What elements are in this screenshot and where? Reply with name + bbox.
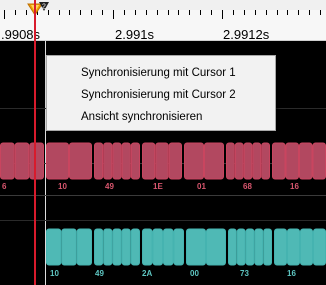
cursor-1-line[interactable]: [34, 0, 36, 285]
bus-value-label: 16: [290, 182, 299, 191]
ruler-tick: [189, 10, 190, 15]
bus-pulse: [94, 142, 104, 180]
bus-pulse: [168, 142, 183, 180]
bus-pulse: [0, 142, 15, 180]
bus-pulse: [299, 142, 313, 180]
bus-pulse: [184, 142, 204, 180]
ruler-tick: [80, 10, 81, 15]
ruler-tick: [168, 10, 169, 15]
bus-pulse: [142, 228, 153, 266]
bus-pulse: [206, 228, 226, 266]
ruler-tick: [222, 10, 223, 19]
ruler-tick: [233, 10, 234, 15]
bus-value-label: 2A: [142, 269, 153, 278]
bus-pulse: [142, 142, 156, 180]
ruler-tick: [146, 10, 147, 15]
ruler-tick: [113, 10, 114, 19]
bus-pulse: [121, 228, 131, 266]
bus-pulse: [254, 228, 264, 266]
bus-value-label: 68: [243, 182, 252, 191]
bus-pulse: [103, 142, 113, 180]
bus-value-label: 6: [2, 182, 7, 191]
bus-value-label: 10: [58, 182, 67, 191]
bus-pulse: [285, 142, 299, 180]
ruler-tick: [211, 10, 212, 15]
bus-pulse: [313, 228, 326, 266]
bus-value-label: 16: [287, 269, 296, 278]
bus-pulse: [130, 228, 141, 266]
teal-bus-trace[interactable]: [0, 227, 326, 267]
ruler-tick: [287, 10, 288, 15]
bus-pulse: [300, 228, 313, 266]
bus-pulse: [94, 228, 104, 266]
ruler-tick: [309, 10, 310, 15]
bus-pulse: [61, 228, 77, 266]
bus-pulse: [243, 142, 253, 180]
red-bus-trace[interactable]: [0, 141, 326, 181]
bus-pulse: [261, 142, 271, 180]
bus-pulse: [287, 228, 300, 266]
ruler-tick: [124, 10, 125, 15]
bus-pulse: [274, 228, 287, 266]
bus-pulse: [155, 142, 169, 180]
bus-pulse: [234, 142, 244, 180]
bus-pulse: [29, 142, 45, 180]
ruler-tick: [178, 10, 179, 15]
ruler-tick: [244, 10, 245, 15]
bus-pulse: [245, 228, 255, 266]
menu-item-sync-view[interactable]: Ansicht synchronisieren: [81, 110, 202, 124]
bus-value-label: 01: [197, 182, 206, 191]
ruler-tick: [266, 10, 267, 15]
bus-value-label: 1E: [153, 182, 163, 191]
bus-pulse: [204, 142, 224, 180]
menu-item-sync-cursor-2[interactable]: Synchronisierung mit Cursor 2: [81, 88, 236, 102]
ruler-tick: [200, 10, 201, 15]
ruler-tick: [255, 10, 256, 15]
ruler-tick: [59, 10, 60, 15]
bus-pulse: [112, 228, 122, 266]
bus-value-label: 49: [95, 269, 104, 278]
time-ruler[interactable]: .9908s 2.991s 2.9912s: [0, 10, 326, 42]
cursor-2-marker-icon[interactable]: 2: [38, 0, 50, 12]
bus-pulse: [173, 228, 184, 266]
menu-item-sync-cursor-1[interactable]: Synchronisierung mit Cursor 1: [81, 66, 236, 80]
bus-pulse: [121, 142, 131, 180]
bus-pulse: [46, 142, 69, 180]
bus-pulse: [112, 142, 122, 180]
bus-pulse: [186, 228, 206, 266]
bus-pulse: [163, 228, 174, 266]
ruler-tick: [277, 10, 278, 15]
context-menu: Synchronisierung mit Cursor 1 Synchronis…: [46, 55, 276, 131]
ruler-tick: [320, 10, 321, 15]
ruler-tick: [91, 10, 92, 15]
bus-pulse: [69, 142, 92, 180]
bus-pulse: [46, 228, 62, 266]
bus-pulse: [236, 228, 246, 266]
bus-pulse: [252, 142, 262, 180]
bus-pulse: [14, 142, 30, 180]
bus-pulse: [228, 228, 237, 266]
ruler-tick: [4, 10, 5, 19]
ruler-tick: [69, 10, 70, 15]
bus-pulse: [130, 142, 141, 180]
ruler-tick: [157, 10, 158, 15]
bus-value-label: 73: [240, 269, 249, 278]
bus-value-label: 10: [50, 269, 59, 278]
svg-text:2: 2: [42, 4, 46, 11]
bus-pulse: [226, 142, 235, 180]
ruler-tick: [102, 10, 103, 15]
bus-pulse: [103, 228, 113, 266]
bus-pulse: [312, 142, 326, 180]
bus-value-label: 49: [105, 182, 114, 191]
bus-pulse: [263, 228, 273, 266]
ruler-tick: [298, 10, 299, 15]
bus-value-label: 00: [190, 269, 199, 278]
ruler-tick: [15, 10, 16, 15]
bus-pulse: [76, 228, 92, 266]
trace-separator: [0, 220, 326, 221]
bus-pulse: [152, 228, 163, 266]
bus-pulse: [272, 142, 286, 180]
trace-separator: [0, 195, 326, 196]
ruler-tick: [135, 10, 136, 15]
